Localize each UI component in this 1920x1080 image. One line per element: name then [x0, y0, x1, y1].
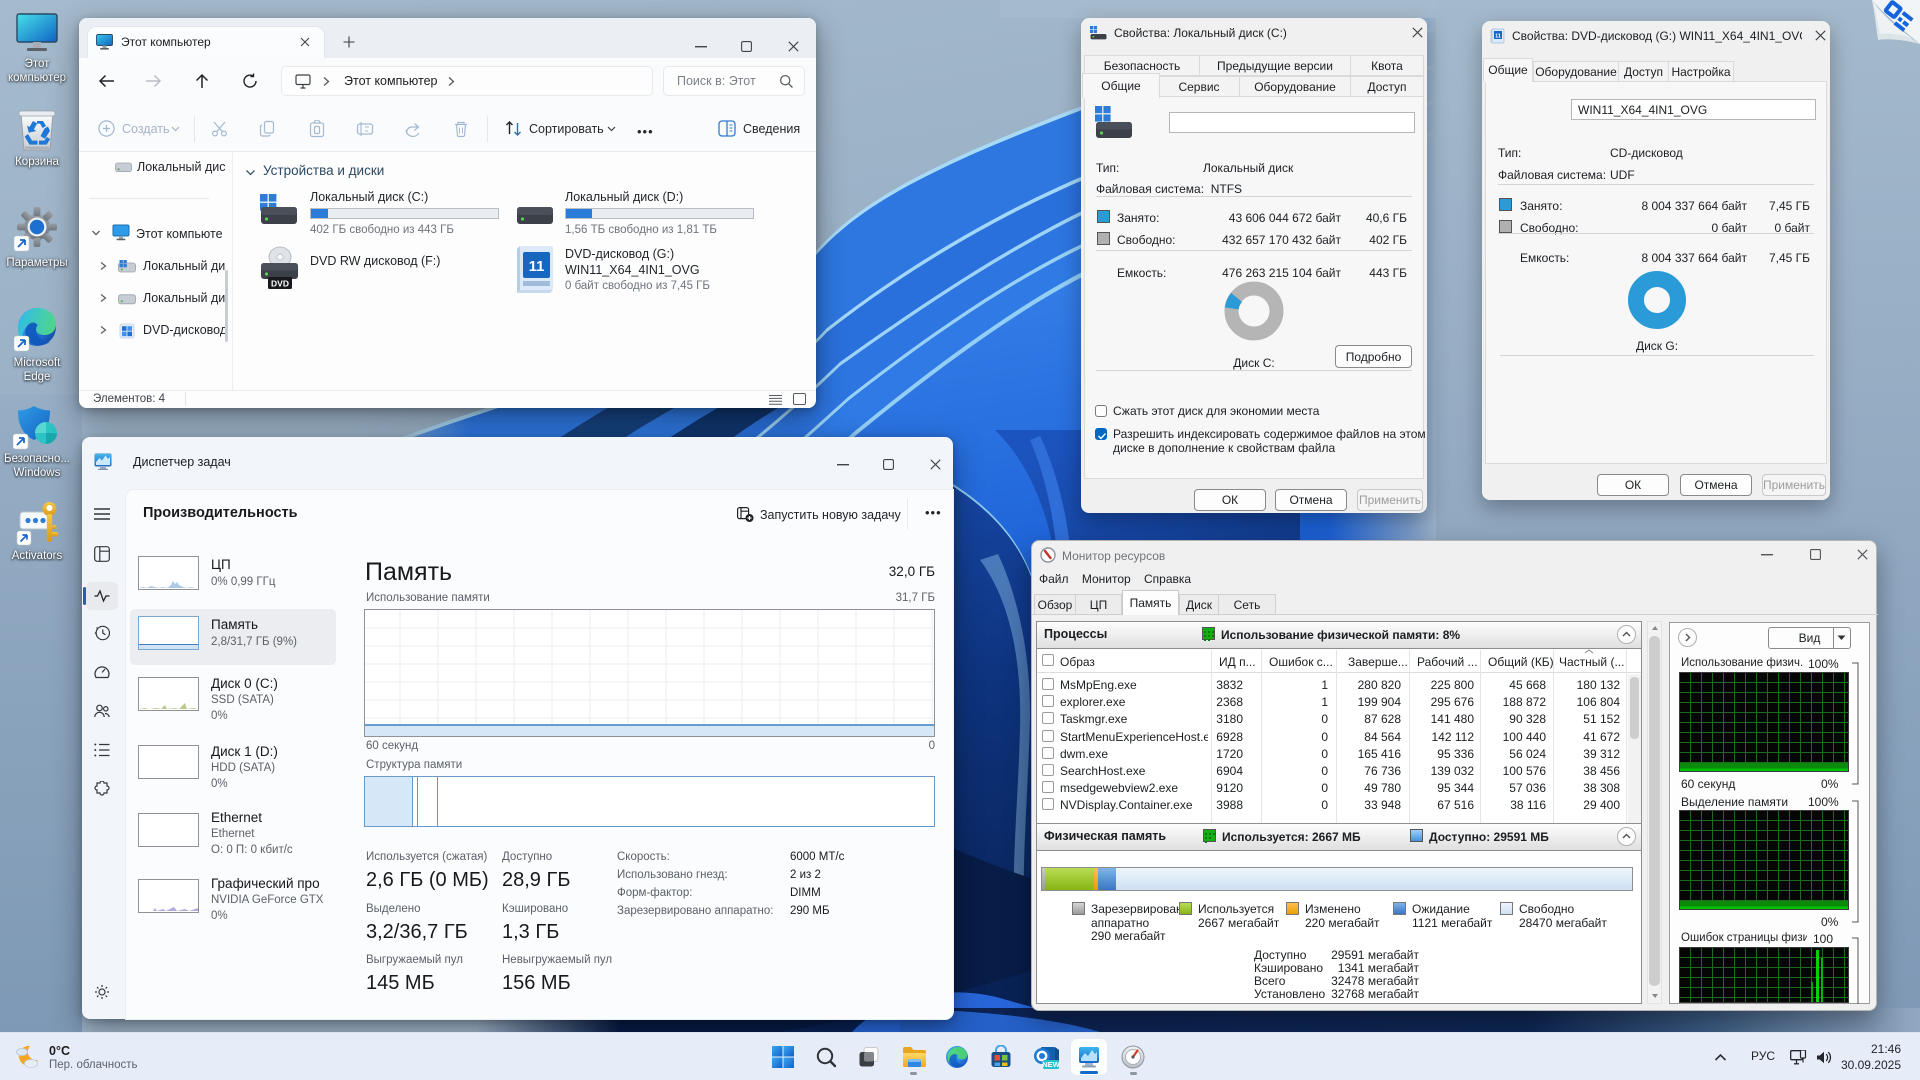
- svg-text:DVD: DVD: [271, 279, 289, 289]
- svg-text:NEW: NEW: [1042, 1060, 1059, 1069]
- svg-text:11: 11: [1495, 34, 1501, 40]
- svg-text:11: 11: [529, 258, 545, 275]
